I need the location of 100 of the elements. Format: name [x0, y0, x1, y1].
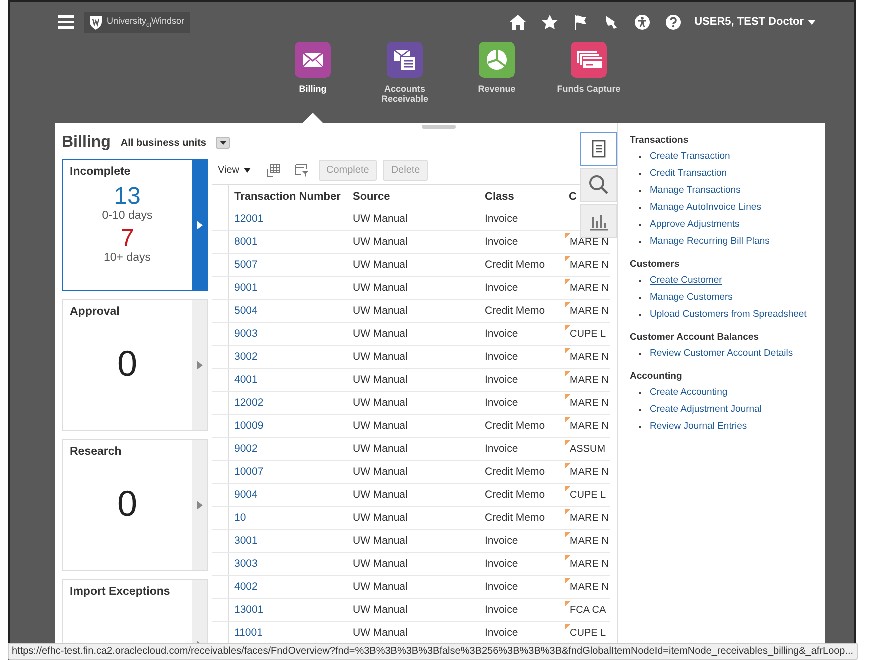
- transaction-link[interactable]: 11001: [234, 627, 263, 639]
- note-marker-icon: [565, 279, 571, 285]
- table-cell: Credit Memo: [485, 305, 546, 317]
- task-link[interactable]: Manage Transactions: [650, 185, 741, 196]
- task-link[interactable]: Approve Adjustments: [650, 219, 740, 230]
- expand-arrow-icon: [196, 360, 202, 370]
- logo-text: University$_{of}$Windsor: [107, 16, 185, 28]
- accessibility-icon[interactable]: [634, 14, 650, 30]
- section-heading: Customer Account Balances: [630, 332, 760, 343]
- note-marker-icon: [565, 348, 571, 354]
- transaction-link[interactable]: 9002: [234, 443, 258, 455]
- table-cell: Invoice: [485, 604, 518, 616]
- task-link[interactable]: Manage Recurring Bill Plans: [650, 236, 770, 247]
- view-menu[interactable]: View: [218, 165, 256, 176]
- table-cell: MARE N: [570, 282, 609, 294]
- springboard-item[interactable]: Revenue: [456, 42, 538, 123]
- transaction-link[interactable]: 12002: [234, 397, 264, 409]
- task-link[interactable]: Review Customer Account Details: [650, 348, 794, 359]
- table-cell: Invoice: [485, 213, 518, 225]
- transaction-link[interactable]: 10007: [234, 466, 264, 478]
- task-link[interactable]: Create Accounting: [650, 387, 728, 398]
- springboard-item[interactable]: Accounts Receivable: [364, 42, 446, 123]
- table-cell: Credit Memo: [485, 420, 546, 432]
- transaction-link[interactable]: 12001: [234, 213, 264, 225]
- note-marker-icon: [565, 509, 571, 515]
- business-unit-label: All business units: [120, 138, 206, 148]
- table-cell: UW Manual: [353, 535, 408, 547]
- transaction-link[interactable]: 4001: [234, 374, 258, 386]
- tile-title: Incomplete: [70, 166, 132, 178]
- transaction-link[interactable]: 9004: [234, 489, 258, 501]
- task-link[interactable]: Create Adjustment Journal: [650, 404, 762, 415]
- home-icon[interactable]: [510, 14, 526, 30]
- drag-handle[interactable]: [422, 125, 456, 129]
- tile-count: 7: [120, 226, 134, 252]
- note-marker-icon: [565, 233, 571, 239]
- section-heading: Customers: [630, 259, 681, 270]
- task-link[interactable]: Credit Transaction: [650, 168, 728, 179]
- table-cell: UW Manual: [353, 443, 408, 455]
- note-marker-icon: [565, 578, 571, 584]
- table-cell: MARE N: [570, 582, 609, 592]
- tile-count: 13: [114, 184, 141, 210]
- task-link[interactable]: Create Customer: [650, 275, 722, 286]
- column-header: Source: [353, 190, 390, 202]
- table-cell: UW Manual: [353, 604, 408, 616]
- menu-icon[interactable]: [58, 15, 74, 29]
- table-cell: Invoice: [485, 535, 518, 547]
- status-url: https://efhc-test.fin.ca2.oraclecloud.com/receivables/faces/FndOverview?fnd=%3B%3B%3B%3Bfalse%3B256%3B%3B%3B&fndGlobalItemNodeId=itemNode_receivables_billing&_afrLoop...: [8, 643, 858, 660]
- queue-tile[interactable]: Approval 0: [62, 299, 208, 431]
- expand-arrow-icon: [196, 220, 202, 230]
- task-link[interactable]: Manage Customers: [650, 292, 733, 303]
- transaction-link[interactable]: 9003: [234, 328, 258, 340]
- table-cell: ASSUM: [570, 444, 606, 454]
- queue-tile[interactable]: Research 0: [62, 439, 208, 571]
- university-logo[interactable]: University$_{of}$Windsor: [84, 12, 190, 32]
- table-cell: UW Manual: [353, 259, 408, 271]
- note-marker-icon: [565, 394, 571, 400]
- column-header: Class: [485, 190, 514, 202]
- transaction-link[interactable]: 3001: [234, 535, 258, 547]
- table-cell: MARE N: [570, 512, 609, 524]
- task-link[interactable]: Manage AutoInvoice Lines: [650, 202, 762, 213]
- tile-title: Approval: [70, 306, 121, 318]
- flag-icon[interactable]: [574, 14, 588, 30]
- table-cell: Invoice: [485, 397, 518, 409]
- springboard-item[interactable]: Billing: [272, 42, 354, 123]
- transaction-link[interactable]: 5004: [234, 305, 258, 317]
- side-tab[interactable]: [580, 132, 617, 166]
- tile-count: 0: [117, 484, 138, 524]
- table-cell: Credit Memo: [485, 259, 546, 271]
- transaction-link[interactable]: 9001: [234, 282, 258, 294]
- table-cell: Invoice: [485, 443, 518, 455]
- grid-icon: [266, 164, 280, 178]
- transaction-link[interactable]: 3002: [234, 351, 258, 363]
- transaction-link[interactable]: 5007: [234, 259, 258, 271]
- note-marker-icon: [565, 601, 571, 607]
- table-cell: UW Manual: [353, 282, 408, 294]
- task-link[interactable]: Upload Customers from Spreadsheet: [650, 309, 807, 320]
- page-title: Billing: [62, 134, 111, 152]
- transaction-link[interactable]: 3003: [234, 558, 258, 570]
- transaction-link[interactable]: 4002: [234, 581, 258, 593]
- transaction-link[interactable]: 10009: [234, 420, 264, 432]
- transaction-link[interactable]: 10: [234, 512, 246, 524]
- caret-icon: [220, 141, 227, 145]
- help-icon[interactable]: [666, 14, 681, 30]
- transaction-link[interactable]: 13001: [234, 604, 264, 616]
- table-cell: Invoice: [485, 374, 518, 386]
- table-cell: Invoice: [485, 351, 518, 363]
- transaction-link[interactable]: 8001: [234, 236, 258, 248]
- star-icon[interactable]: [542, 14, 558, 30]
- tile-title: Research: [70, 446, 123, 458]
- task-link[interactable]: Create Transaction: [650, 151, 730, 162]
- task-link[interactable]: Review Journal Entries: [650, 421, 748, 432]
- queue-tile[interactable]: Incomplete 13 0-10 days 7 10+ days: [62, 159, 208, 291]
- business-unit-dropdown[interactable]: [216, 137, 230, 149]
- user-menu[interactable]: USER5, TEST Doctor: [694, 16, 816, 28]
- table-cell: MARE N: [570, 236, 609, 248]
- table-cell: MARE N: [570, 374, 609, 386]
- springboard-item[interactable]: Funds Capture: [548, 42, 630, 123]
- tile-count-label: 10+ days: [104, 252, 151, 264]
- table-cell: FCA CA: [570, 604, 606, 616]
- note-marker-icon: [565, 256, 571, 262]
